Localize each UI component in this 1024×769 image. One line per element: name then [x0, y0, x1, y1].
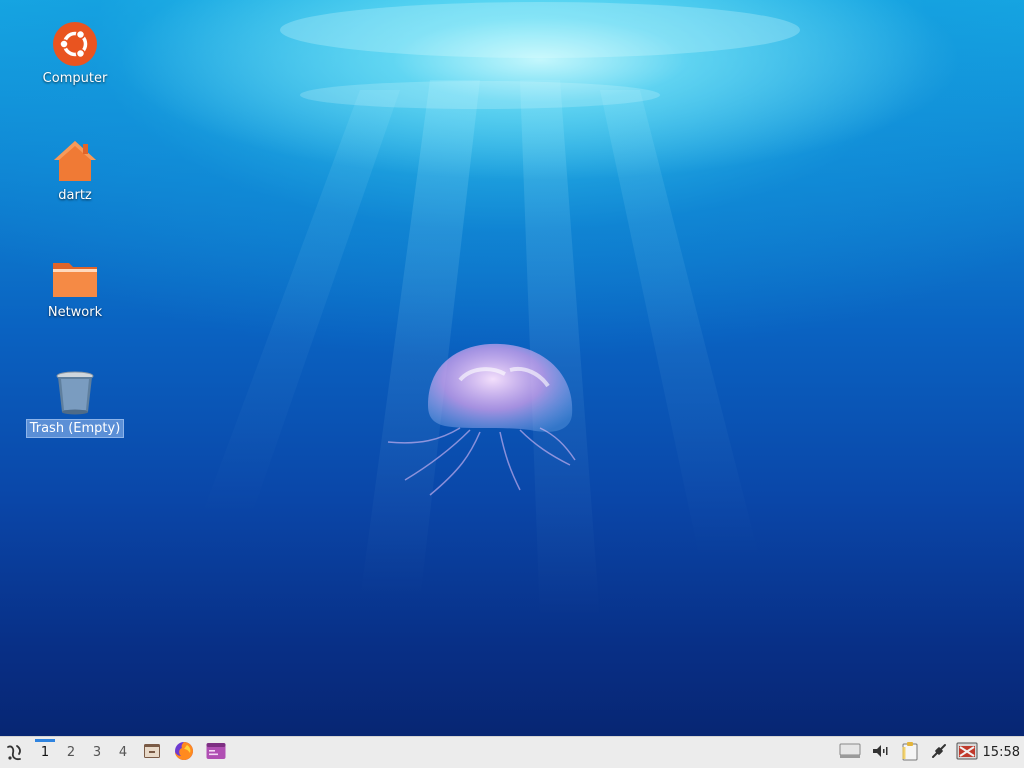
firefox-icon [174, 741, 194, 765]
volume-icon [871, 743, 889, 763]
workspace-4-button[interactable]: 4 [110, 737, 136, 769]
removable-drive-icon [839, 742, 861, 764]
terminal-launcher[interactable] [200, 737, 232, 769]
network-icon [930, 742, 948, 764]
clock[interactable]: 15:58 [981, 745, 1024, 760]
workspace-label: 3 [92, 745, 102, 760]
file-manager-icon [143, 742, 161, 764]
desktop-icon-home[interactable]: dartz [25, 137, 125, 204]
folder-icon [51, 254, 99, 302]
update-notifier-icon [956, 741, 978, 765]
lubuntu-menu-icon[interactable] [0, 737, 30, 769]
workspace-label: 4 [118, 745, 128, 760]
ubuntu-logo-icon [51, 20, 99, 68]
file-manager-launcher[interactable] [136, 737, 168, 769]
desktop-icon-label: Network [47, 305, 103, 320]
workspace-label: 2 [66, 745, 76, 760]
desktop-icon-computer[interactable]: Computer [25, 20, 125, 87]
volume-button[interactable] [865, 737, 895, 769]
workspace-2-button[interactable]: 2 [58, 737, 84, 769]
desktop-icon-label: Trash (Empty) [25, 419, 125, 438]
system-tray: 15:58 [835, 737, 1024, 769]
desktop-icon-trash[interactable]: Trash (Empty) [25, 369, 125, 438]
workspace-3-button[interactable]: 3 [84, 737, 110, 769]
terminal-icon [206, 742, 226, 764]
workspace-label: 1 [40, 745, 50, 760]
desktop-icon-label: Computer [42, 71, 108, 86]
desktop[interactable]: Computer dartz Network Trash (Empty) [0, 0, 1024, 736]
desktop-icon-network[interactable]: Network [25, 254, 125, 321]
desktop-icon-label: dartz [58, 188, 92, 203]
removable-drive-button[interactable] [835, 737, 865, 769]
update-notifier-button[interactable] [953, 737, 981, 769]
jellyfish-illustration [387, 343, 576, 496]
clipboard-button[interactable] [895, 737, 925, 769]
network-button[interactable] [925, 737, 953, 769]
firefox-launcher[interactable] [168, 737, 200, 769]
home-folder-icon [51, 137, 99, 185]
trash-icon [51, 369, 99, 417]
workspace-1-button[interactable]: 1 [32, 737, 58, 769]
clipboard-icon [901, 741, 919, 765]
taskbar: 1 2 3 4 15:58 [0, 736, 1024, 768]
